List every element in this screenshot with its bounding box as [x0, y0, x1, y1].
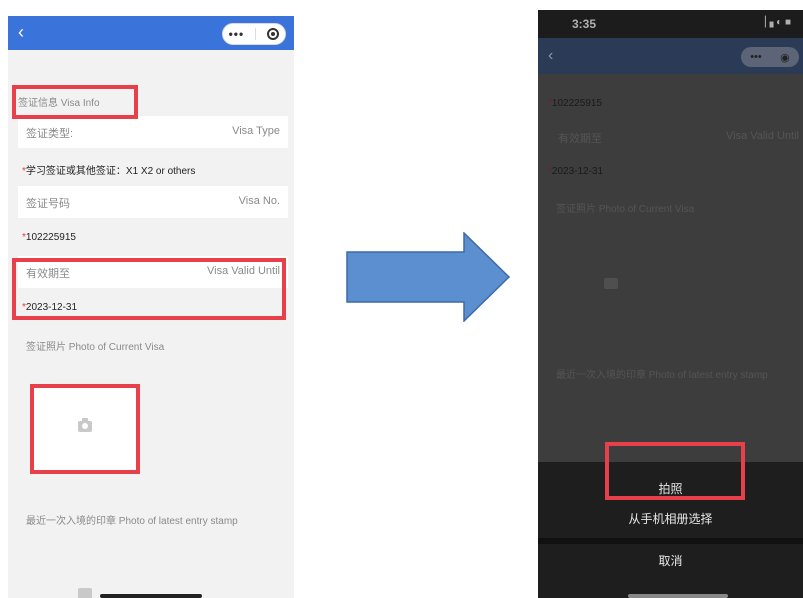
visa-photo-label: 签证照片 Photo of Current Visa [26, 342, 165, 353]
more-menu-icon: ••• [750, 51, 762, 63]
more-menu-icon[interactable]: ••• [229, 27, 245, 41]
valid-value-dimmed: *2023-12-31 [548, 166, 604, 177]
photo-label-dimmed: 签证照片 Photo of Current Visa [556, 204, 695, 215]
choose-album-option[interactable]: 从手机相册选择 [538, 510, 803, 527]
visa-no-row[interactable]: 签证号码 Visa No. [18, 186, 288, 218]
visa-no-value-row[interactable]: *102225915 [8, 222, 294, 254]
visa-type-label: 签证类型: [26, 128, 74, 140]
camera-icon [604, 278, 618, 289]
visa-type-label-en: Visa Type [232, 125, 280, 137]
action-sheet-screen: 3:35 ▕▗ ◐ ■ ‹ ••• ◉ *102225915 有效期至 Visa… [538, 10, 803, 598]
visa-type-row[interactable]: 签证类型: Visa Type [18, 116, 288, 148]
visa-type-value: 学习签证或其他签证：X1 X2 or others [25, 166, 196, 177]
visa-no-value-dimmed: *102225915 [548, 98, 602, 109]
back-button[interactable]: ‹ [18, 22, 24, 42]
close-target-icon[interactable] [267, 28, 280, 40]
nav-bar-dimmed: ‹ ••• ◉ [538, 38, 803, 74]
capsule-divider [255, 28, 257, 40]
highlight-valid-until [12, 258, 286, 320]
entry-stamp-label: 最近一次入境的印章 Photo of latest entry stamp [26, 516, 238, 527]
visa-type-value-row[interactable]: *学习签证或其他签证：X1 X2 or others [8, 152, 294, 184]
valid-label-en-dimmed: Visa Valid Until [726, 130, 799, 142]
close-target-icon: ◉ [780, 51, 790, 64]
sheet-divider [538, 538, 803, 544]
cancel-option[interactable]: 取消 [538, 552, 803, 569]
back-button: ‹ [548, 47, 554, 64]
tutorial-screenshot: ‹ ••• 签证信息 Visa Info 签证类型: Visa Type *学习… [0, 0, 803, 598]
valid-label-dimmed: 有效期至 [558, 133, 602, 145]
highlight-photo-upload [30, 384, 140, 474]
home-indicator [628, 594, 728, 598]
status-time: 3:35 [572, 17, 597, 31]
visa-no-value: 102225915 [25, 232, 76, 243]
highlight-section-title [12, 85, 138, 119]
camera-icon [78, 588, 92, 598]
mini-program-capsule: ••• [222, 23, 286, 45]
home-indicator [100, 594, 202, 598]
nav-bar: ‹ ••• [8, 16, 294, 50]
status-bar: 3:35 ▕▗ ◐ ■ [538, 10, 803, 38]
right-arrow-icon [346, 232, 510, 322]
status-icons: ▕▗ ◐ ■ [757, 17, 791, 28]
visa-no-label-en: Visa No. [238, 195, 280, 207]
stamp-label-dimmed: 最近一次入境的印章 Photo of latest entry stamp [556, 370, 768, 381]
mini-program-capsule: ••• ◉ [741, 47, 799, 67]
visa-no-label: 签证号码 [26, 198, 70, 210]
highlight-take-photo [605, 442, 745, 500]
